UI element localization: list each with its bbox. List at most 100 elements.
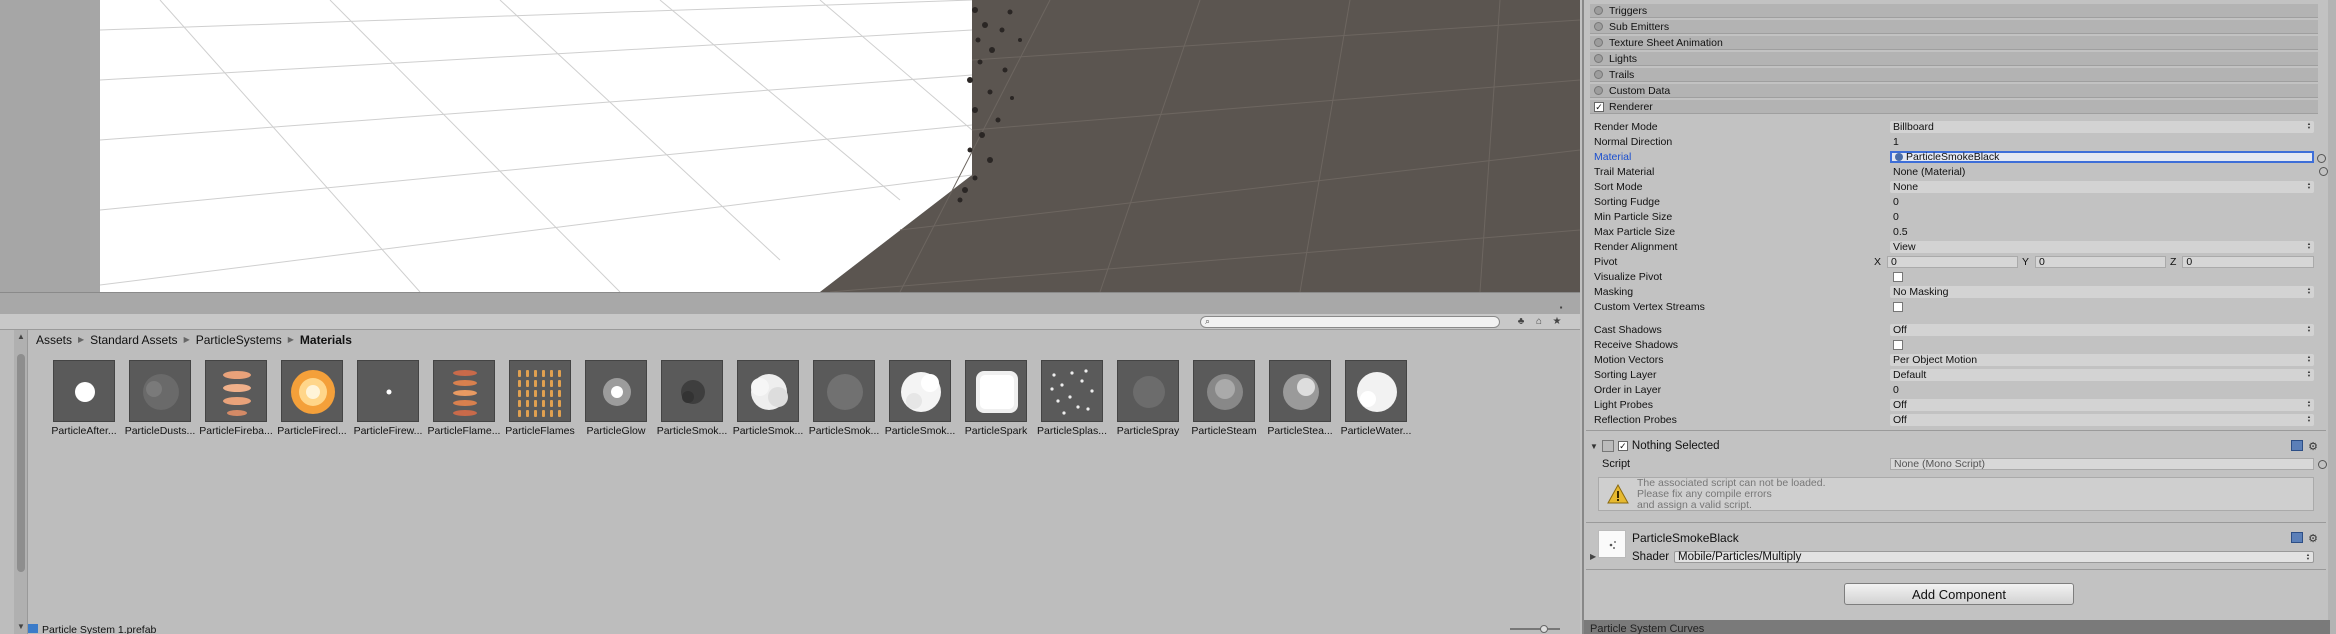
prefab-icon <box>28 624 38 633</box>
sorting-layer-dropdown[interactable]: Default <box>1890 368 2314 381</box>
asset-item[interactable]: ParticleSmok... <box>882 360 958 437</box>
checkmark-icon[interactable]: ✓ <box>1594 101 1604 112</box>
asset-label: ParticleSpark <box>964 425 1028 437</box>
shader-dropdown[interactable]: Mobile/Particles/Multiply <box>1674 550 2314 563</box>
asset-item[interactable]: ParticleGlow <box>578 360 654 437</box>
folder-tree-scrollbar[interactable]: ▲ ▼ <box>14 330 28 634</box>
firecloud-thumb <box>281 360 343 422</box>
prop-label: Min Particle Size <box>1594 210 1673 223</box>
module-toggle[interactable] <box>1594 6 1603 15</box>
asset-item[interactable]: ParticleSmok... <box>730 360 806 437</box>
custom-vertex-streams-checkbox[interactable] <box>1893 301 1903 312</box>
asset-item[interactable]: ParticleFlames <box>502 360 578 437</box>
asset-item[interactable]: ParticleSmok... <box>654 360 730 437</box>
visualize-pivot-checkbox[interactable] <box>1893 271 1903 282</box>
asset-item[interactable]: ParticleAfter... <box>46 360 122 437</box>
module-toggle[interactable] <box>1594 54 1603 63</box>
module-texture-sheet-animation[interactable]: Texture Sheet Animation <box>1590 36 2318 50</box>
module-toggle[interactable] <box>1594 86 1603 95</box>
pivot-z-field[interactable]: 0 <box>2182 255 2314 268</box>
pivot-x-field[interactable]: 0 <box>1887 255 2018 268</box>
asset-item[interactable]: ParticleFirew... <box>350 360 426 437</box>
breadcrumb-standard-assets[interactable]: Standard Assets <box>90 332 177 348</box>
scene-view[interactable] <box>0 0 1580 292</box>
object-picker-icon[interactable] <box>2318 459 2327 469</box>
cast-shadows-dropdown[interactable]: Off <box>1890 323 2314 336</box>
max-particle-size-field[interactable]: 0.5 <box>1890 226 2314 238</box>
module-lights[interactable]: Lights <box>1590 52 2318 66</box>
order-in-layer-field[interactable]: 0 <box>1890 384 2314 396</box>
asset-item[interactable]: ParticleSmok... <box>806 360 882 437</box>
motion-vectors-dropdown[interactable]: Per Object Motion <box>1890 353 2314 366</box>
gear-icon[interactable]: ⚙ <box>2308 440 2318 453</box>
asset-item[interactable]: ParticleStea... <box>1262 360 1338 437</box>
component-enabled-checkbox[interactable]: ✓ <box>1617 441 1628 451</box>
pivot-y-field[interactable]: 0 <box>2035 255 2166 268</box>
material-value: ParticleSmokeBlack <box>1906 150 2000 163</box>
module-custom-data[interactable]: Custom Data <box>1590 84 2318 98</box>
asset-item[interactable]: ParticleSteam <box>1186 360 1262 437</box>
favorite-star-icon[interactable]: ★ <box>1550 316 1564 328</box>
module-sub-emitters[interactable]: Sub Emitters <box>1590 20 2318 34</box>
masking-dropdown[interactable]: No Masking <box>1890 285 2314 298</box>
min-particle-size-field[interactable]: 0 <box>1890 211 2314 223</box>
material-field[interactable]: ParticleSmokeBlack <box>1890 150 2326 163</box>
reflection-probes-dropdown[interactable]: Off <box>1890 413 2314 426</box>
gear-icon[interactable]: ⚙ <box>2308 532 2318 545</box>
particle-system-curves-header[interactable]: Particle System Curves <box>1584 620 2330 634</box>
foldout-arrow-icon[interactable]: ▶ <box>1590 552 1596 561</box>
render-mode-dropdown[interactable]: Billboard <box>1890 120 2314 133</box>
filter-label-icon[interactable]: ⌂ <box>1532 316 1546 328</box>
asset-item[interactable]: ParticleSpark <box>958 360 1034 437</box>
inspector-scrollbar[interactable] <box>2328 0 2336 634</box>
help-book-icon[interactable] <box>2291 440 2304 451</box>
script-field[interactable]: None (Mono Script) <box>1890 457 2327 470</box>
asset-label: ParticleFirecl... <box>277 425 347 437</box>
asset-item[interactable]: ParticleSplas... <box>1034 360 1110 437</box>
foldout-arrow-icon[interactable]: ▼ <box>1590 442 1598 451</box>
material-component-header[interactable]: ParticleSmokeBlack ⚙ <box>1632 530 2318 546</box>
breadcrumb: Assets ▶ Standard Assets ▶ ParticleSyste… <box>36 332 352 348</box>
module-toggle[interactable] <box>1594 22 1603 31</box>
render-alignment-dropdown[interactable]: View <box>1890 240 2314 253</box>
asset-item[interactable]: ParticleFirecl... <box>274 360 350 437</box>
scrollbar-thumb[interactable] <box>17 354 25 572</box>
normal-direction-field[interactable]: 1 <box>1890 136 2314 148</box>
script-component-header[interactable]: ▼ ✓ Nothing Selected ⚙ <box>1590 438 2318 454</box>
asset-item[interactable]: ParticleSpray <box>1110 360 1186 437</box>
asset-item[interactable]: ParticleFlame... <box>426 360 502 437</box>
asset-item[interactable]: ParticleWater... <box>1338 360 1414 437</box>
receive-shadows-checkbox[interactable] <box>1893 339 1903 350</box>
module-triggers[interactable]: Triggers <box>1590 4 2318 18</box>
prop-label: Render Alignment <box>1594 240 1678 253</box>
thumbnail-size-slider[interactable] <box>1510 625 1560 633</box>
project-search-input[interactable]: ⌕ <box>1200 316 1500 328</box>
sorting-fudge-field[interactable]: 0 <box>1890 196 2314 208</box>
filter-type-icon[interactable]: ♣ <box>1514 316 1528 328</box>
add-component-button[interactable]: Add Component <box>1844 583 2074 605</box>
sort-mode-dropdown[interactable]: None <box>1890 180 2314 193</box>
object-picker-icon[interactable] <box>2317 153 2326 163</box>
breadcrumb-assets[interactable]: Assets <box>36 332 72 348</box>
asset-label: ParticleSteam <box>1191 425 1257 437</box>
asset-item[interactable]: ParticleDusts... <box>122 360 198 437</box>
light-probes-dropdown[interactable]: Off <box>1890 398 2314 411</box>
scroll-up-icon[interactable]: ▲ <box>17 332 25 341</box>
module-toggle[interactable] <box>1594 70 1603 79</box>
asset-label: ParticleWater... <box>1340 425 1412 437</box>
lock-icon[interactable]: ▪ <box>1554 302 1568 314</box>
breadcrumb-materials[interactable]: Materials <box>300 332 352 348</box>
slider-knob[interactable] <box>1540 625 1548 633</box>
object-picker-icon[interactable] <box>2319 166 2328 176</box>
module-trails[interactable]: Trails <box>1590 68 2318 82</box>
asset-item[interactable]: ParticleFireba... <box>198 360 274 437</box>
help-book-icon[interactable] <box>2291 532 2304 543</box>
scroll-down-icon[interactable]: ▼ <box>17 622 25 631</box>
material-name: ParticleSmokeBlack <box>1632 531 1739 545</box>
trail-material-field[interactable]: None (Material) <box>1890 166 2328 178</box>
module-renderer[interactable]: ✓ Renderer <box>1590 100 2318 114</box>
module-toggle[interactable] <box>1594 38 1603 47</box>
panel-splitter[interactable] <box>0 292 1580 314</box>
prop-label: Visualize Pivot <box>1594 270 1663 283</box>
breadcrumb-particle-systems[interactable]: ParticleSystems <box>196 332 282 348</box>
